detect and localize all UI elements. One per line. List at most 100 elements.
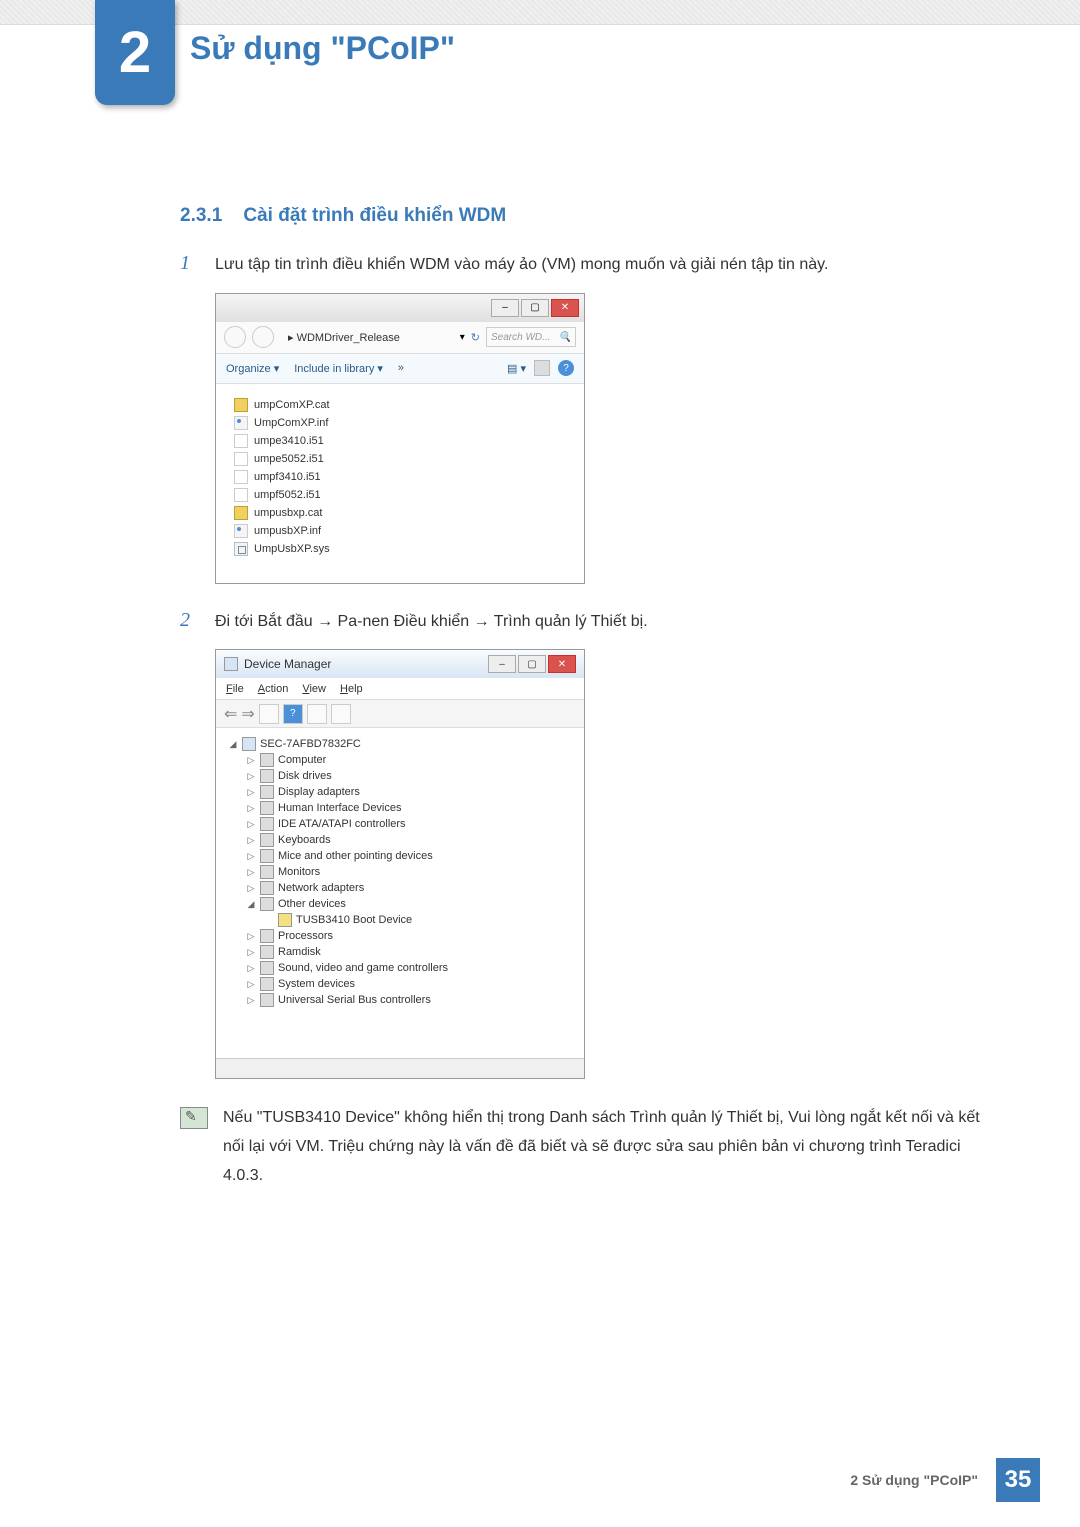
step-number: 1	[180, 252, 200, 275]
device-label: Network adapters	[278, 882, 364, 894]
device-icon	[260, 753, 274, 767]
breadcrumb[interactable]: ▸ WDMDriver_Release	[280, 331, 454, 344]
device-label: TUSB3410 Boot Device	[296, 914, 412, 926]
expand-icon[interactable]: ▷	[246, 963, 256, 974]
section-title: Cài đặt trình điều khiển WDM	[243, 205, 506, 226]
tree-item[interactable]: ▷ Human Interface Devices	[228, 800, 572, 816]
tree-item[interactable]: ▷ Disk drives	[228, 768, 572, 784]
expand-icon[interactable]: ▷	[246, 883, 256, 894]
file-item[interactable]: umpe3410.i51	[234, 432, 566, 450]
tree-item[interactable]: ◢SEC-7AFBD7832FC	[228, 736, 572, 752]
section-number: 2.3.1	[180, 205, 222, 226]
forward-icon[interactable]: ⇒	[241, 704, 254, 724]
expand-icon[interactable]: ▷	[246, 803, 256, 814]
expand-icon[interactable]: ▷	[246, 771, 256, 782]
menu-help[interactable]: Help	[340, 683, 363, 695]
tree-item[interactable]: ▷System devices	[228, 976, 572, 992]
file-name: umpusbXP.inf	[254, 525, 321, 537]
expand-icon[interactable]: ▷	[246, 835, 256, 846]
tree-item[interactable]: ▷Processors	[228, 928, 572, 944]
note-text: Nếu "TUSB3410 Device" không hiển thị tro…	[223, 1104, 990, 1190]
expand-icon[interactable]: ▷	[246, 755, 256, 766]
tree-item[interactable]: ▷ Network adapters	[228, 880, 572, 896]
tree-item[interactable]: ▷Sound, video and game controllers	[228, 960, 572, 976]
forward-button[interactable]	[252, 326, 274, 348]
tree-item[interactable]: ▷Monitors	[228, 864, 572, 880]
maximize-button[interactable]: ▢	[518, 655, 546, 673]
file-item[interactable]: umpusbXP.inf	[234, 522, 566, 540]
file-item[interactable]: umpComXP.cat	[234, 396, 566, 414]
search-input[interactable]: Search WD... 🔍	[486, 327, 576, 347]
include-library-button[interactable]: Include in library ▾	[294, 362, 383, 375]
tree-item[interactable]: ▷Ramdisk	[228, 944, 572, 960]
file-icon	[234, 542, 248, 556]
device-label: Display adapters	[278, 786, 360, 798]
device-icon	[260, 817, 274, 831]
menu-action[interactable]: Action	[258, 683, 289, 695]
expand-icon[interactable]: ◢	[228, 739, 238, 750]
expand-icon[interactable]: ◢	[246, 899, 256, 910]
tree-item[interactable]: ▷IDE ATA/ATAPI controllers	[228, 816, 572, 832]
menu-file[interactable]: File	[226, 683, 244, 695]
device-icon	[260, 993, 274, 1007]
expand-icon[interactable]: ▷	[246, 819, 256, 830]
tb-btn-1[interactable]	[259, 704, 279, 724]
maximize-button[interactable]: ▢	[521, 299, 549, 317]
device-label: Disk drives	[278, 770, 332, 782]
status-bar	[216, 1058, 584, 1078]
expand-icon[interactable]: ▷	[246, 931, 256, 942]
file-item[interactable]: UmpUsbXP.sys	[234, 540, 566, 558]
dm-app-icon	[224, 657, 238, 671]
refresh-icon[interactable]: ↻	[471, 331, 480, 344]
menu-view[interactable]: View	[302, 683, 326, 695]
chapter-number: 2	[119, 19, 151, 86]
file-item[interactable]: umpe5052.i51	[234, 450, 566, 468]
tree-item[interactable]: ▷ Computer	[228, 752, 572, 768]
device-label: Human Interface Devices	[278, 802, 402, 814]
minimize-button[interactable]: –	[491, 299, 519, 317]
dropdown-icon[interactable]: ▾	[460, 332, 465, 343]
expand-icon[interactable]: ▷	[246, 851, 256, 862]
file-name: umpComXP.cat	[254, 399, 330, 411]
file-icon	[234, 434, 248, 448]
tree-item[interactable]: ▷ Mice and other pointing devices	[228, 848, 572, 864]
tree-item[interactable]: ▷Universal Serial Bus controllers	[228, 992, 572, 1008]
toolbar-more[interactable]: »	[398, 362, 404, 374]
device-icon	[260, 785, 274, 799]
tree-item[interactable]: ▷ Keyboards	[228, 832, 572, 848]
preview-pane-icon[interactable]	[534, 360, 550, 376]
tree-item[interactable]: TUSB3410 Boot Device	[228, 912, 572, 928]
organize-button[interactable]: Organize ▾	[226, 362, 279, 375]
device-label: Computer	[278, 754, 326, 766]
step-1: 1 Lưu tập tin trình điều khiển WDM vào m…	[180, 252, 990, 278]
expand-icon[interactable]: ▷	[246, 979, 256, 990]
search-icon: 🔍	[559, 332, 571, 343]
close-button[interactable]: ✕	[548, 655, 576, 673]
expand-icon[interactable]: ▷	[246, 947, 256, 958]
dm-menu-bar: File Action View Help	[216, 678, 584, 700]
file-item[interactable]: umpusbxp.cat	[234, 504, 566, 522]
help-icon[interactable]: ?	[558, 360, 574, 376]
file-item[interactable]: UmpComXP.inf	[234, 414, 566, 432]
device-label: Mice and other pointing devices	[278, 850, 433, 862]
device-label: Other devices	[278, 898, 346, 910]
file-item[interactable]: umpf5052.i51	[234, 486, 566, 504]
back-button[interactable]	[224, 326, 246, 348]
back-icon[interactable]: ⇐	[224, 704, 237, 724]
explorer-toolbar: Organize ▾ Include in library ▾ » ▤ ▾ ?	[216, 354, 584, 384]
expand-icon[interactable]: ▷	[246, 787, 256, 798]
close-button[interactable]: ✕	[551, 299, 579, 317]
view-options-icon[interactable]: ▤ ▾	[507, 362, 526, 375]
expand-icon[interactable]: ▷	[246, 995, 256, 1006]
tree-item[interactable]: ◢ Other devices	[228, 896, 572, 912]
tb-btn-3[interactable]	[307, 704, 327, 724]
file-item[interactable]: umpf3410.i51	[234, 468, 566, 486]
minimize-button[interactable]: –	[488, 655, 516, 673]
device-icon	[260, 929, 274, 943]
tb-btn-scan[interactable]	[331, 704, 351, 724]
device-icon	[260, 833, 274, 847]
tree-item[interactable]: ▷ Display adapters	[228, 784, 572, 800]
device-label: Keyboards	[278, 834, 331, 846]
tb-btn-help[interactable]: ?	[283, 704, 303, 724]
expand-icon[interactable]: ▷	[246, 867, 256, 878]
